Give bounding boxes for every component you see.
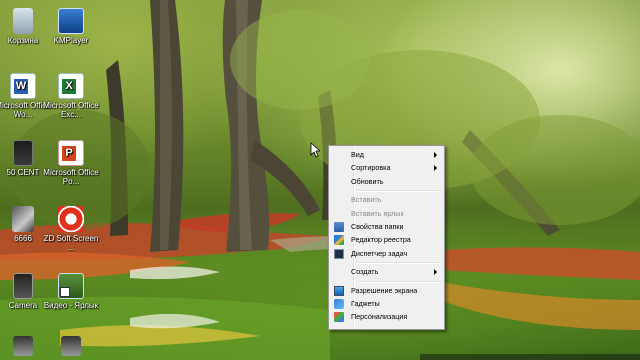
desktop-icon-label: KMPlayer xyxy=(53,36,89,45)
kmplayer-icon xyxy=(58,8,84,34)
word-icon xyxy=(10,73,36,99)
menu-item-personalization[interactable]: Персонализация xyxy=(331,310,442,323)
menu-item-screen-resolution[interactable]: Разрешение экрана xyxy=(331,284,442,297)
menu-item-gadgets[interactable]: Гаджеты xyxy=(331,297,442,310)
camera-icon xyxy=(13,273,33,299)
menu-item-label: Гаджеты xyxy=(351,298,380,308)
menu-item-view[interactable]: Вид xyxy=(331,148,442,161)
menu-item-paste[interactable]: Вставить xyxy=(331,193,442,206)
submenu-arrow-icon xyxy=(434,165,437,172)
submenu-arrow-icon xyxy=(434,269,437,276)
mouse-cursor-icon xyxy=(310,142,320,158)
desktop-icon-zd-soft[interactable]: ZD Soft Screen ... xyxy=(42,206,100,252)
menu-item-registry-editor[interactable]: Редактор реестра xyxy=(331,233,442,246)
menu-item-label: Персонализация xyxy=(351,312,408,322)
menu-item-task-manager[interactable]: Диспетчер задач xyxy=(331,247,442,260)
file-icon xyxy=(13,336,33,356)
desktop-context-menu: Вид Сортировка Обновить Вставить Вставит… xyxy=(328,145,445,330)
desktop-icon-label: Видео - Ярлык xyxy=(43,301,99,310)
powerpoint-icon xyxy=(58,140,84,166)
menu-item-sort[interactable]: Сортировка xyxy=(331,161,442,174)
desktop-icon-powerpoint[interactable]: Microsoft Office Po... xyxy=(42,140,100,186)
menu-item-label: Диспетчер задач xyxy=(351,248,408,258)
menu-item-refresh[interactable]: Обновить xyxy=(331,175,442,188)
desktop-icon-excel[interactable]: Microsoft Office Exc... xyxy=(42,73,100,119)
menu-item-label: Сортировка xyxy=(351,163,391,173)
desktop-icon-kmplayer[interactable]: KMPlayer xyxy=(42,8,100,45)
menu-item-label: Разрешение экрана xyxy=(351,285,418,295)
music-file-icon xyxy=(13,140,33,166)
desktop-icon-partial[interactable] xyxy=(42,336,100,358)
registry-editor-icon xyxy=(334,235,344,246)
desktop-icon-label: Microsoft Office Exc... xyxy=(43,101,99,119)
desktop-icon-label: Microsoft Office Po... xyxy=(43,168,99,186)
menu-item-label: Вид xyxy=(351,150,365,159)
taskbar-edge xyxy=(420,354,640,360)
menu-item-label: Обновить xyxy=(351,176,384,186)
submenu-arrow-icon xyxy=(434,152,437,158)
recycle-bin-icon xyxy=(13,8,33,34)
menu-item-folder-options[interactable]: Свойства папки xyxy=(331,220,442,233)
task-manager-icon xyxy=(334,248,344,259)
gadgets-icon xyxy=(334,298,344,309)
excel-icon xyxy=(58,73,84,99)
desktop-icon-video-shortcut[interactable]: Видео - Ярлык xyxy=(42,273,100,310)
video-shortcut-icon xyxy=(58,273,84,299)
menu-item-label: Редактор реестра xyxy=(351,235,411,245)
personalization-icon xyxy=(334,312,344,323)
desktop-icon-label: ZD Soft Screen ... xyxy=(43,234,99,252)
menu-item-label: Вставить ярлык xyxy=(351,208,404,218)
folder-options-icon xyxy=(334,221,344,232)
menu-item-label: Свойства папки xyxy=(351,221,404,231)
screen-resolution-icon xyxy=(334,285,344,296)
menu-item-label: Создать xyxy=(351,267,379,277)
zd-soft-screen-recorder-icon xyxy=(58,206,84,232)
image-file-icon xyxy=(12,206,34,232)
menu-item-paste-shortcut[interactable]: Вставить ярлык xyxy=(331,207,442,220)
menu-item-label: Вставить xyxy=(351,195,382,205)
menu-item-new[interactable]: Создать xyxy=(331,265,442,278)
file-icon xyxy=(61,336,81,356)
